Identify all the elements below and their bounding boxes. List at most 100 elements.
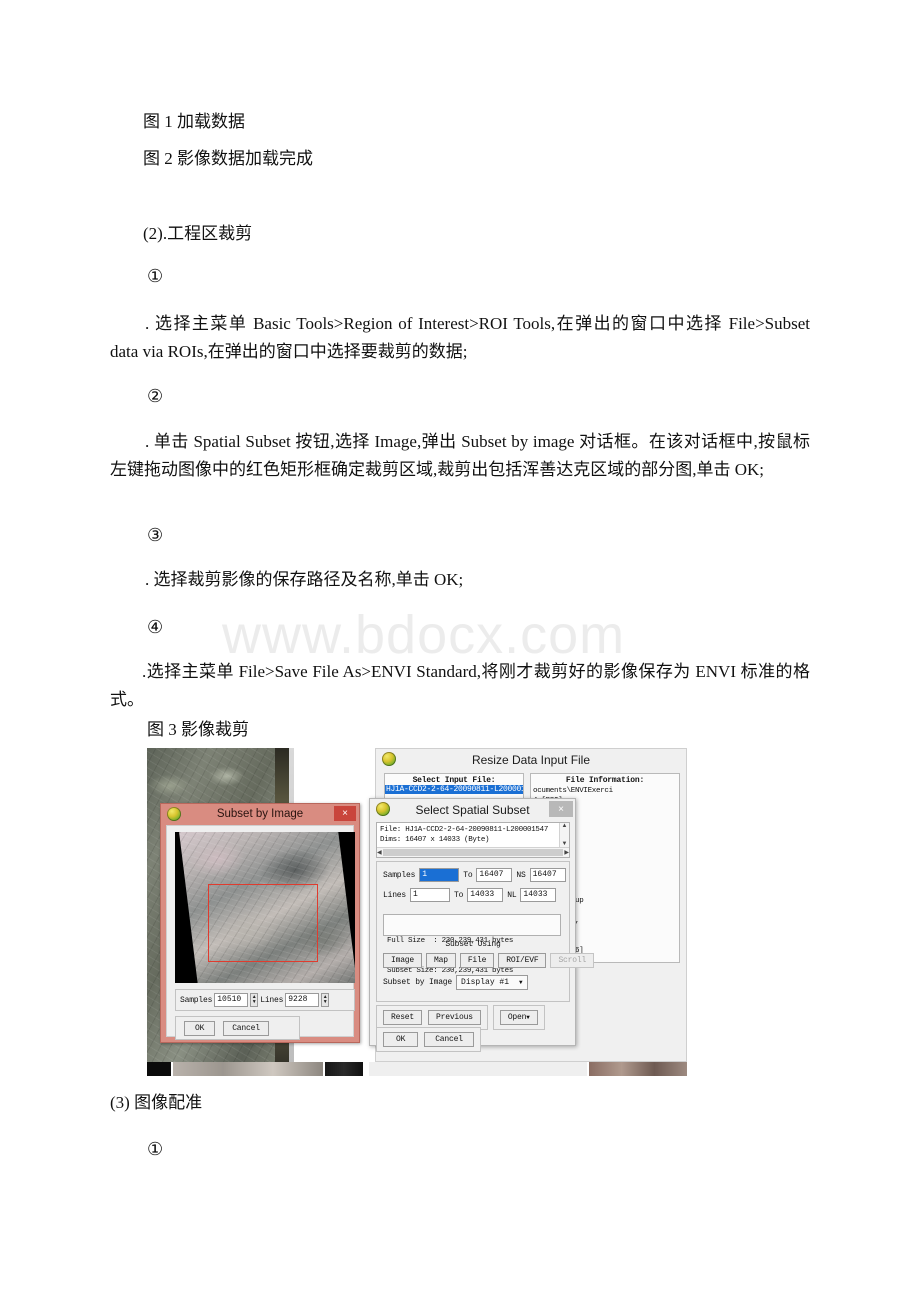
- spatial-subset-titlebar: Select Spatial Subset ×: [370, 799, 575, 820]
- spatial-subset-file-line: File: HJ1A-CCD2-2-64-20090811-L200001547: [380, 826, 549, 834]
- chevron-down-icon: ▼: [519, 979, 523, 986]
- ns-label: NS: [516, 870, 526, 880]
- spatial-subset-file-listbox[interactable]: File: HJ1A-CCD2-2-64-20090811-L200001547…: [376, 822, 570, 858]
- display-select-dropdown[interactable]: Display #1 ▼: [456, 975, 528, 990]
- circle-number-3: ③: [147, 525, 164, 545]
- spatial-subset-controls-panel: Samples 1 To 16407 NS 16407 Lines 1 To 1…: [376, 861, 595, 1002]
- open-button-label: Open: [507, 1013, 527, 1022]
- subset-by-image-dialog[interactable]: Subset by Image × Samples 10510 ▲ ▼ Lines…: [160, 803, 360, 1043]
- size-summary-box: Full Size : 230,239,431 bytes Subset Siz…: [383, 914, 561, 975]
- spatial-subset-action-buttons: OK Cancel: [376, 1027, 481, 1052]
- envi-globe-icon: [167, 807, 181, 821]
- subset-by-image-title: Subset by Image: [216, 808, 304, 820]
- resize-window-title: Resize Data Input File: [471, 752, 591, 767]
- document-page: 图 1 加载数据 图 2 影像数据加载完成 (2).工程区裁剪 ① . 选择主菜…: [0, 0, 920, 1302]
- subset-using-label: Subset Using: [445, 940, 501, 949]
- samples-label: Samples: [180, 995, 213, 1005]
- subset-by-image-cancel-button[interactable]: Cancel: [223, 1020, 269, 1036]
- select-input-file-label: Select Input File:: [412, 776, 496, 785]
- chevron-down-icon: ▼: [251, 1000, 257, 1005]
- selected-input-file-item[interactable]: HJ1A-CCD2-2-64-20090811-L20000154793_1..…: [385, 785, 523, 794]
- lines-to-label: To: [454, 890, 464, 900]
- strip-segment: [369, 1062, 587, 1076]
- spatial-subset-title: Select Spatial Subset: [415, 802, 530, 817]
- section-2-heading: (2).工程区裁剪: [143, 224, 253, 243]
- circle-number-2: ②: [147, 386, 164, 406]
- samples-lines-field-row: Samples 10510 ▲ ▼ Lines 9228 ▲ ▼: [175, 989, 355, 1011]
- subset-using-map-button[interactable]: Map: [426, 953, 456, 968]
- chevron-down-icon: ▼: [322, 1000, 328, 1005]
- lines-label: Lines: [260, 995, 284, 1005]
- bottom-image-strip: [147, 1062, 687, 1076]
- lines-stepper[interactable]: ▲ ▼: [321, 993, 330, 1007]
- subset-using-button-group[interactable]: Image Map File ROI/EVF Scroll: [383, 953, 595, 968]
- watermark: www.bdocx.com: [222, 605, 626, 665]
- open-menu-button[interactable]: Open▼: [499, 1010, 538, 1025]
- circle-number-4: ④: [147, 617, 164, 637]
- samples-to-label: To: [463, 870, 473, 880]
- strip-segment: [325, 1062, 363, 1076]
- close-icon[interactable]: ×: [334, 806, 356, 821]
- image-preview-canvas[interactable]: [175, 832, 355, 983]
- samples-stepper[interactable]: ▲ ▼: [250, 993, 259, 1007]
- step-3-text: . 选择裁剪影像的保存路径及名称,单击 OK;: [145, 570, 464, 589]
- subset-using-image-button[interactable]: Image: [383, 953, 423, 968]
- close-icon[interactable]: ×: [549, 801, 573, 817]
- nl-label: NL: [507, 890, 517, 900]
- ok-cancel-group: OK Cancel: [376, 1027, 481, 1052]
- figure-3-caption: 图 3 影像裁剪: [147, 720, 249, 739]
- envi-globe-icon: [382, 752, 396, 766]
- subset-by-image-label: Subset by Image: [383, 978, 453, 987]
- chevron-down-icon: ▼: [526, 1014, 530, 1021]
- step-1-text: . 选择主菜单 Basic Tools>Region of Interest>R…: [110, 314, 815, 361]
- scrollbar-thumb[interactable]: [382, 849, 564, 856]
- subset-by-image-titlebar: Subset by Image ×: [161, 804, 359, 824]
- subset-by-image-body: Samples 10510 ▲ ▼ Lines 9228 ▲ ▼ OK Cancel: [166, 825, 355, 1040]
- samples-from-input[interactable]: 1: [419, 868, 460, 882]
- chevron-right-icon[interactable]: ▶: [564, 849, 569, 856]
- embedded-screenshot-figure-3: Resize Data Input File Select Input File…: [147, 748, 687, 1076]
- spatial-subset-ok-button[interactable]: OK: [383, 1032, 419, 1047]
- step-2-text: . 单击 Spatial Subset 按钮,选择 Image,弹出 Subse…: [110, 432, 810, 479]
- lines-row: Lines 1 To 14033 NL 14033: [377, 888, 569, 902]
- select-spatial-subset-dialog[interactable]: Select Spatial Subset × File: HJ1A-CCD2-…: [369, 798, 595, 1052]
- samples-to-input[interactable]: 16407: [476, 868, 513, 882]
- subset-by-image-action-buttons: OK Cancel: [175, 1016, 300, 1040]
- subset-by-image-row: Subset by Image Display #1 ▼: [383, 975, 528, 990]
- lines-from-input[interactable]: 1: [410, 888, 451, 902]
- ns-input[interactable]: 16407: [529, 868, 566, 882]
- resize-window-titlebar: Resize Data Input File: [376, 749, 686, 770]
- lines-to-input[interactable]: 14033: [467, 888, 504, 902]
- strip-segment: [147, 1062, 171, 1076]
- display-select-value: Display #1: [461, 978, 510, 987]
- spatial-subset-dims-line: Dims: 16407 x 14033 (Byte): [380, 836, 490, 844]
- figure-1-caption: 图 1 加载数据: [143, 112, 245, 131]
- samples-label: Samples: [383, 870, 416, 880]
- file-information-label: File Information:: [565, 776, 645, 785]
- previous-button[interactable]: Previous: [428, 1010, 481, 1025]
- horizontal-scrollbar[interactable]: ◀ ▶: [377, 847, 569, 857]
- figure-2-caption: 图 2 影像数据加载完成: [143, 149, 313, 168]
- samples-input[interactable]: 10510: [214, 993, 249, 1007]
- spatial-subset-cancel-button[interactable]: Cancel: [424, 1032, 474, 1047]
- reset-button[interactable]: Reset: [383, 1010, 423, 1025]
- strip-segment: [589, 1062, 687, 1076]
- chevron-left-icon[interactable]: ◀: [377, 849, 382, 856]
- roi-selection-rectangle[interactable]: [208, 884, 318, 962]
- subset-by-image-ok-button[interactable]: OK: [184, 1020, 216, 1036]
- open-group: Open▼: [492, 1005, 545, 1030]
- nl-input[interactable]: 14033: [520, 888, 557, 902]
- subset-using-roi-evf-button[interactable]: ROI/EVF: [498, 953, 547, 968]
- lines-input[interactable]: 9228: [285, 993, 320, 1007]
- circle-number-5: ①: [147, 1139, 164, 1159]
- envi-globe-icon: [376, 802, 390, 816]
- chevron-up-icon[interactable]: ▲: [562, 823, 568, 829]
- subset-using-scroll-button: Scroll: [550, 953, 595, 968]
- vertical-scrollbar[interactable]: ▲ ▼: [559, 823, 569, 847]
- circle-number-1: ①: [147, 266, 164, 286]
- subset-using-file-button[interactable]: File: [459, 953, 495, 968]
- lines-label: Lines: [383, 890, 407, 900]
- strip-segment: [173, 1062, 323, 1076]
- samples-row: Samples 1 To 16407 NS 16407: [377, 868, 569, 882]
- section-3-heading: (3) 图像配准: [110, 1093, 203, 1112]
